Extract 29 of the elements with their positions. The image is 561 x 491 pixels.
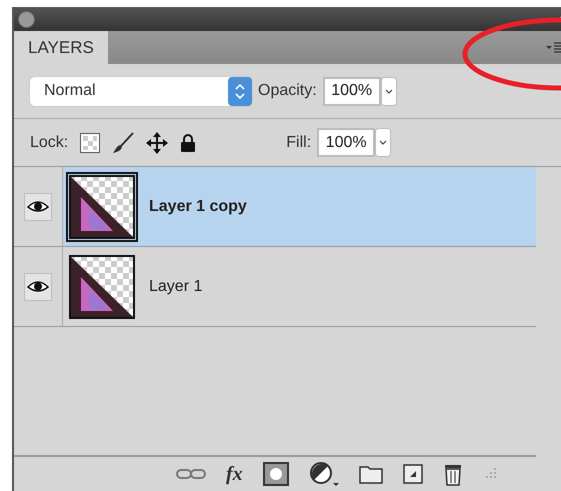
eye-icon[interactable] bbox=[24, 192, 52, 220]
dropdown-arrows-icon bbox=[228, 76, 252, 106]
layer-row[interactable]: Layer 1 copy bbox=[14, 167, 536, 247]
brush-icon[interactable] bbox=[112, 132, 134, 154]
new-layer-icon[interactable] bbox=[402, 464, 423, 484]
opacity-label: Opacity: bbox=[258, 82, 317, 100]
fill-label: Fill: bbox=[286, 134, 312, 152]
layer-name: Layer 1 bbox=[149, 278, 202, 296]
padlock-icon[interactable] bbox=[180, 132, 196, 152]
trash-icon[interactable] bbox=[442, 462, 463, 486]
checkerboard-icon[interactable] bbox=[80, 132, 100, 152]
mask-icon[interactable] bbox=[262, 462, 289, 486]
link-icon[interactable] bbox=[176, 467, 206, 481]
layer-row[interactable]: Layer 1 bbox=[14, 247, 536, 327]
half-circle-icon[interactable] bbox=[308, 461, 339, 487]
eye-icon[interactable] bbox=[24, 272, 52, 300]
blend-mode-dropdown[interactable]: Normal bbox=[30, 76, 252, 106]
effects-button[interactable]: fx bbox=[226, 462, 243, 486]
move-icon[interactable] bbox=[146, 132, 168, 154]
opacity-field[interactable]: 100% bbox=[322, 76, 381, 106]
folder-icon[interactable] bbox=[358, 464, 383, 484]
close-button[interactable] bbox=[18, 10, 35, 28]
layer-name: Layer 1 copy bbox=[149, 198, 247, 216]
fill-slider-toggle[interactable] bbox=[375, 128, 392, 157]
opacity-slider-toggle[interactable] bbox=[380, 76, 397, 106]
layers-tab[interactable]: LAYERS bbox=[14, 31, 108, 64]
lock-label: Lock: bbox=[30, 134, 68, 152]
layer-thumbnail bbox=[69, 254, 135, 318]
fill-field[interactable]: 100% bbox=[317, 128, 376, 157]
